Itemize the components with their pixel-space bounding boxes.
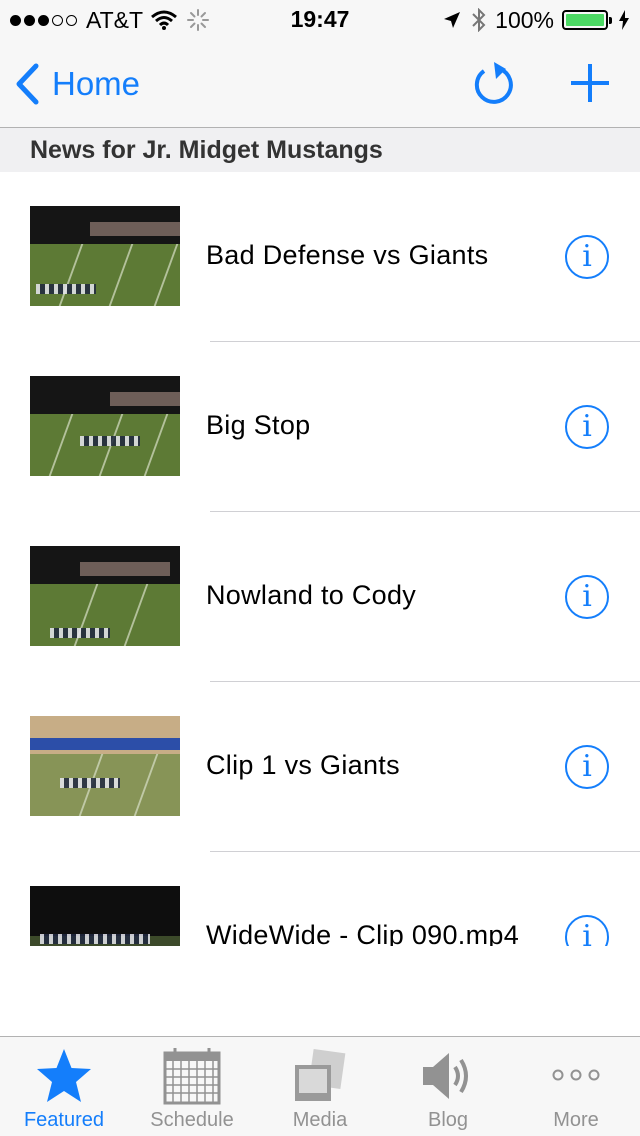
calendar-icon xyxy=(163,1048,221,1105)
video-thumbnail xyxy=(30,886,180,946)
news-list[interactable]: Bad Defense vs Giants i Big Stop i Nowla… xyxy=(0,172,640,946)
item-title: Clip 1 vs Giants xyxy=(206,750,400,780)
navigation-bar: Home xyxy=(0,40,640,128)
location-arrow-icon xyxy=(444,12,461,28)
battery-percent: 100% xyxy=(495,6,554,33)
section-title: News for Jr. Midget Mustangs xyxy=(30,136,383,164)
list-item[interactable]: WideWide - Clip 090.mp4 i xyxy=(0,852,640,946)
refresh-button[interactable] xyxy=(470,60,518,108)
info-button[interactable]: i xyxy=(565,575,609,619)
chevron-left-icon xyxy=(16,63,39,105)
video-thumbnail xyxy=(30,716,180,816)
bluetooth-icon xyxy=(472,8,486,32)
tab-featured[interactable]: Featured xyxy=(0,1037,128,1136)
list-item[interactable]: Nowland to Cody i xyxy=(0,512,640,682)
tab-bar: Featured Schedule Media Blog More xyxy=(0,1036,640,1136)
item-title: WideWide - Clip 090.mp4 xyxy=(206,920,520,946)
info-button[interactable]: i xyxy=(565,915,609,946)
video-thumbnail xyxy=(30,546,180,646)
video-thumbnail xyxy=(30,376,180,476)
charging-bolt-icon xyxy=(619,10,629,30)
info-button[interactable]: i xyxy=(565,235,609,279)
battery-icon xyxy=(562,10,612,30)
tab-more[interactable]: More xyxy=(512,1037,640,1136)
battery-level xyxy=(566,14,604,26)
back-button[interactable]: Home xyxy=(14,62,140,106)
tab-label: Media xyxy=(292,1109,348,1131)
tab-blog[interactable]: Blog xyxy=(384,1037,512,1136)
status-right: 100% xyxy=(443,6,630,34)
tab-label: More xyxy=(553,1109,599,1131)
star-icon xyxy=(37,1049,91,1102)
plus-icon xyxy=(571,64,609,102)
item-title: Nowland to Cody xyxy=(206,580,417,610)
tab-media[interactable]: Media xyxy=(256,1037,384,1136)
list-item[interactable]: Bad Defense vs Giants i xyxy=(0,172,640,342)
info-icon: i xyxy=(582,919,592,946)
info-button[interactable]: i xyxy=(565,745,609,789)
info-icon: i xyxy=(582,749,592,784)
photos-icon xyxy=(295,1048,346,1101)
more-icon xyxy=(552,1069,600,1081)
info-button[interactable]: i xyxy=(565,405,609,449)
info-icon: i xyxy=(582,239,592,274)
tab-label: Schedule xyxy=(150,1109,234,1131)
speaker-icon xyxy=(423,1053,468,1099)
info-icon: i xyxy=(582,579,592,614)
refresh-icon xyxy=(474,62,513,104)
item-title: Big Stop xyxy=(206,410,311,440)
tab-label: Featured xyxy=(23,1109,105,1131)
info-icon: i xyxy=(582,409,592,444)
back-button-label: Home xyxy=(52,65,141,102)
video-thumbnail xyxy=(30,206,180,306)
add-button[interactable] xyxy=(566,60,614,108)
tab-label: Blog xyxy=(427,1109,469,1131)
status-bar: AT&T 19:47 100% xyxy=(0,0,640,40)
section-header: News for Jr. Midget Mustangs xyxy=(0,128,640,172)
list-item[interactable]: Clip 1 vs Giants i xyxy=(0,682,640,852)
list-item[interactable]: Big Stop i xyxy=(0,342,640,512)
tab-schedule[interactable]: Schedule xyxy=(128,1037,256,1136)
item-title: Bad Defense vs Giants xyxy=(206,240,489,270)
